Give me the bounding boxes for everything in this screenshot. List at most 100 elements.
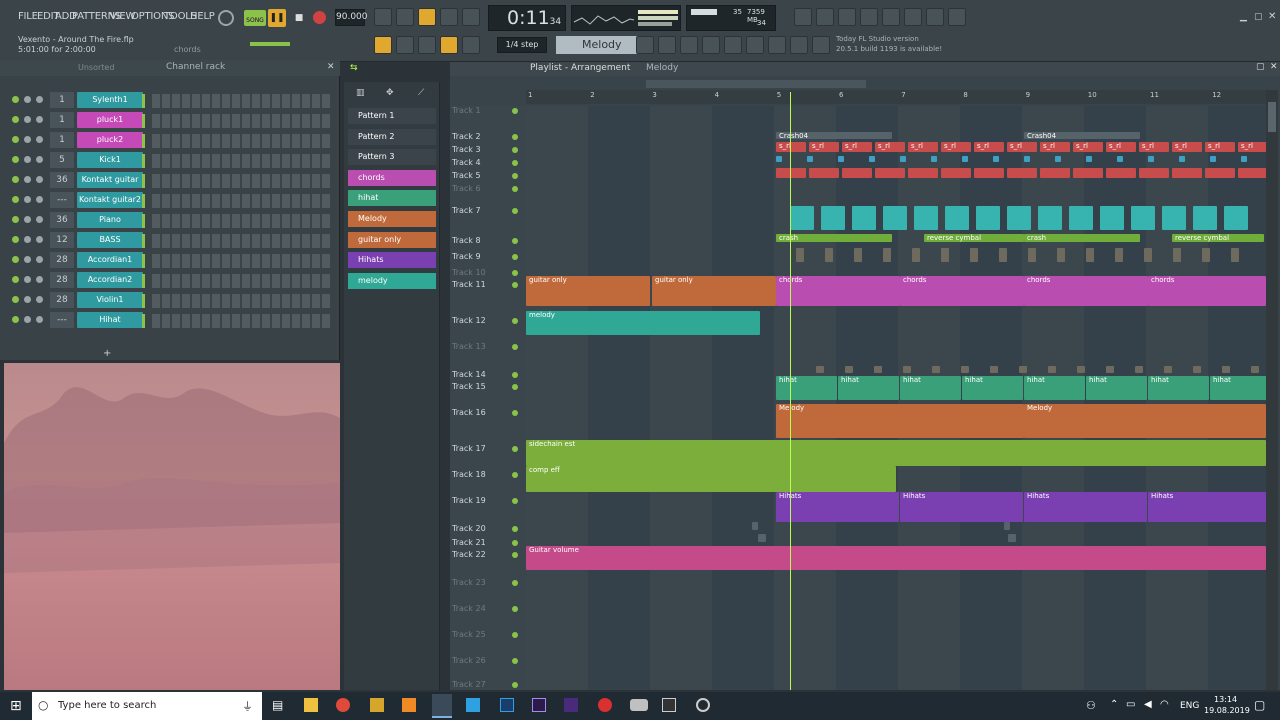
chrome-icon[interactable] (336, 698, 350, 712)
playlist-clip[interactable] (1008, 534, 1016, 542)
channel-mute-icon[interactable] (12, 96, 19, 103)
step-sequencer[interactable] (152, 94, 332, 108)
playlist-clip[interactable] (962, 156, 968, 162)
channel-select-indicator[interactable] (142, 254, 145, 268)
step-sequencer[interactable] (152, 254, 332, 268)
playlist-clip[interactable]: crash (776, 234, 892, 242)
playlist-clip[interactable] (816, 366, 824, 373)
step-sequencer[interactable] (152, 234, 332, 248)
playlist-clip[interactable]: Crash04 (1024, 132, 1140, 139)
playlist-clip[interactable]: s_rl (875, 142, 905, 152)
minimize-icon[interactable]: ▁ (1240, 12, 1247, 22)
track-mute-icon[interactable] (512, 446, 518, 452)
plugin-icon[interactable] (948, 8, 966, 26)
curve-icon[interactable]: ⟋ (418, 88, 424, 98)
playlist-clip[interactable] (796, 248, 804, 262)
playlist-clip[interactable] (1086, 156, 1092, 162)
channel-mute-icon[interactable] (12, 176, 19, 183)
snap-selector[interactable]: 1/4 step (497, 37, 547, 53)
playlist-clip[interactable] (993, 156, 999, 162)
playlist-clip[interactable] (776, 168, 806, 178)
countdown-icon[interactable] (418, 8, 436, 26)
people-icon[interactable]: ⚇ (1086, 699, 1096, 712)
step-sequencer[interactable] (152, 274, 332, 288)
menu-file[interactable]: FILE (18, 11, 38, 25)
bar-number[interactable]: 8 (963, 91, 967, 99)
playlist-clip[interactable] (1238, 168, 1268, 178)
move-icon[interactable]: ✥ (386, 88, 394, 98)
channel-mute-icon[interactable] (12, 116, 19, 123)
playlist-clip[interactable]: s_rl (1040, 142, 1070, 152)
volume-knob-icon[interactable] (36, 116, 43, 123)
clock-time[interactable]: 13:14 (1214, 695, 1237, 704)
playlist-clip[interactable] (825, 248, 833, 262)
playlist-clip[interactable] (842, 168, 872, 178)
overview-strip[interactable] (526, 78, 1266, 90)
playlist-clip[interactable] (776, 156, 782, 162)
close-icon[interactable]: ✕ (1270, 62, 1278, 72)
playlist-clip[interactable]: s_rl (974, 142, 1004, 152)
playlist-clip[interactable] (1210, 156, 1216, 162)
step-sequencer[interactable] (152, 134, 332, 148)
pencil-icon[interactable] (418, 36, 436, 54)
playlist-clip[interactable]: hihat (900, 376, 961, 400)
playlist-clip[interactable] (941, 248, 949, 262)
playlist-clip[interactable] (1241, 156, 1247, 162)
download-icon[interactable] (812, 36, 830, 54)
playlist-clip[interactable] (903, 366, 911, 373)
track-mute-icon[interactable] (512, 580, 518, 586)
volume-knob-icon[interactable] (36, 196, 43, 203)
playlist-clip[interactable] (970, 248, 978, 262)
pan-knob-icon[interactable] (24, 256, 31, 263)
channel-mixer-track[interactable]: 1 (50, 132, 74, 148)
telegram-icon[interactable] (466, 698, 480, 712)
playlist-clip[interactable] (883, 206, 907, 230)
channel-select-indicator[interactable] (142, 94, 145, 108)
channel-name-button[interactable]: pluck2 (77, 132, 143, 148)
pan-knob-icon[interactable] (24, 156, 31, 163)
playlist-clip[interactable] (1193, 366, 1201, 373)
playlist-clip[interactable] (1193, 206, 1217, 230)
cloud-app-icon[interactable] (630, 699, 648, 711)
playlist-clip[interactable]: hihat (1210, 376, 1271, 400)
channel-mixer-track[interactable]: 28 (50, 272, 74, 288)
bar-number[interactable]: 2 (590, 91, 594, 99)
task-view-icon[interactable]: ▤ (272, 698, 283, 712)
playlist-clip[interactable]: melody (526, 311, 760, 335)
browser-view-icon[interactable] (724, 36, 742, 54)
bar-number[interactable]: 3 (652, 91, 656, 99)
pattern-selector[interactable]: Melody (556, 36, 640, 54)
playlist-clip[interactable] (790, 206, 814, 230)
playlist-clip[interactable] (1173, 248, 1181, 262)
track-mute-icon[interactable] (512, 134, 518, 140)
language-indicator[interactable]: ENG (1180, 701, 1199, 711)
playlist-clip[interactable]: hihat (1148, 376, 1209, 400)
playlist-clip[interactable]: comp eff (526, 466, 896, 492)
channel-name-button[interactable]: Sylenth1 (77, 92, 143, 108)
bar-number[interactable]: 6 (839, 91, 843, 99)
playlist-clip[interactable]: hihat (1024, 376, 1085, 400)
channel-mixer-track[interactable]: 36 (50, 172, 74, 188)
playlist-clip[interactable] (1077, 366, 1085, 373)
maximize-icon[interactable]: ▢ (1256, 62, 1265, 72)
playlist-clip[interactable]: s_rl (1106, 142, 1136, 152)
clock-date[interactable]: 19.08.2019 (1204, 706, 1250, 715)
playlist-clip[interactable] (758, 534, 766, 542)
playlist-clip[interactable]: Crash04 (776, 132, 892, 139)
track-mute-icon[interactable] (512, 606, 518, 612)
playlist-clip[interactable] (1007, 168, 1037, 178)
playlist-clip[interactable]: s_rl (941, 142, 971, 152)
channel-mute-icon[interactable] (12, 236, 19, 243)
pan-knob-icon[interactable] (24, 236, 31, 243)
channel-mixer-track[interactable]: 5 (50, 152, 74, 168)
record-button[interactable] (313, 11, 326, 24)
channel-row[interactable]: --- Kontakt guitar2 (10, 192, 332, 210)
taskbar-search-box[interactable]: ○ Type here to search ⏚ (32, 692, 262, 720)
step-sequencer[interactable] (152, 114, 332, 128)
track-mute-icon[interactable] (512, 410, 518, 416)
pan-knob-icon[interactable] (24, 316, 31, 323)
track-mute-icon[interactable] (512, 270, 518, 276)
volume-knob-icon[interactable] (36, 176, 43, 183)
track-mute-icon[interactable] (512, 208, 518, 214)
playlist-clip[interactable] (1251, 366, 1259, 373)
